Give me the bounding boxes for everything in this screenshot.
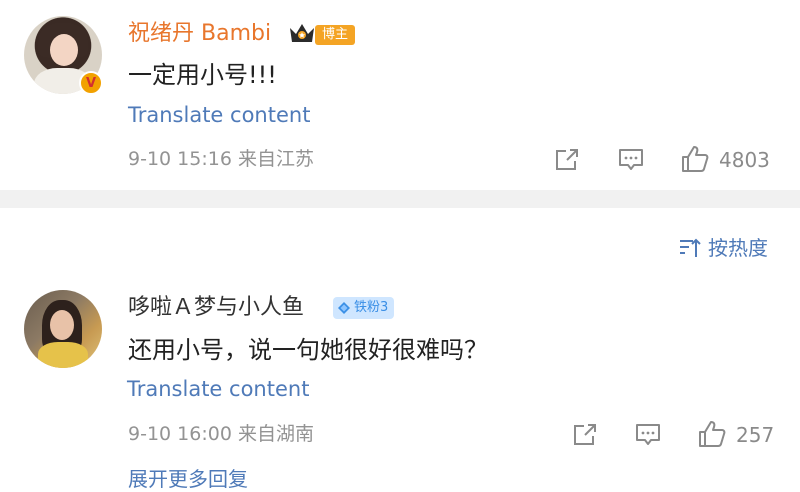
like-count: 4803 [719, 148, 770, 172]
username[interactable]: 祝绪丹 Bambi [128, 20, 271, 48]
fan-badge: 铁粉3 [333, 297, 395, 319]
like-icon[interactable] [697, 419, 727, 449]
comment-meta: 9-10 16:00 来自湖南 [128, 423, 314, 445]
like-count: 257 [736, 423, 775, 447]
avatar[interactable] [24, 290, 102, 368]
share-icon[interactable] [553, 146, 581, 174]
more-replies-link[interactable]: 展开更多回复 [128, 466, 248, 492]
diamond-icon [338, 302, 350, 314]
verified-badge-icon: V [79, 71, 103, 95]
sort-by-hot-button[interactable]: 按热度 [678, 234, 768, 262]
sort-label: 按热度 [708, 236, 768, 260]
comment-text: 还用小号，说一句她很好很难吗？ [128, 336, 488, 364]
username[interactable]: 哆啦Ａ梦与小人鱼 [128, 294, 304, 322]
like-icon[interactable] [680, 144, 710, 174]
section-divider [0, 190, 800, 208]
sort-icon [680, 238, 701, 257]
comment-icon[interactable] [634, 421, 662, 449]
comment-icon[interactable] [617, 146, 645, 174]
share-icon[interactable] [571, 421, 599, 449]
comment-meta: 9-10 15:16 来自江苏 [128, 148, 314, 170]
blogger-badge: 博主 [315, 25, 356, 45]
translate-link[interactable]: Translate content [127, 375, 309, 403]
comment-text: 一定用小号!!! [128, 61, 277, 89]
fan-badge-label: 铁粉3 [354, 300, 389, 315]
crown-icon [290, 24, 314, 42]
translate-link[interactable]: Translate content [128, 101, 310, 129]
